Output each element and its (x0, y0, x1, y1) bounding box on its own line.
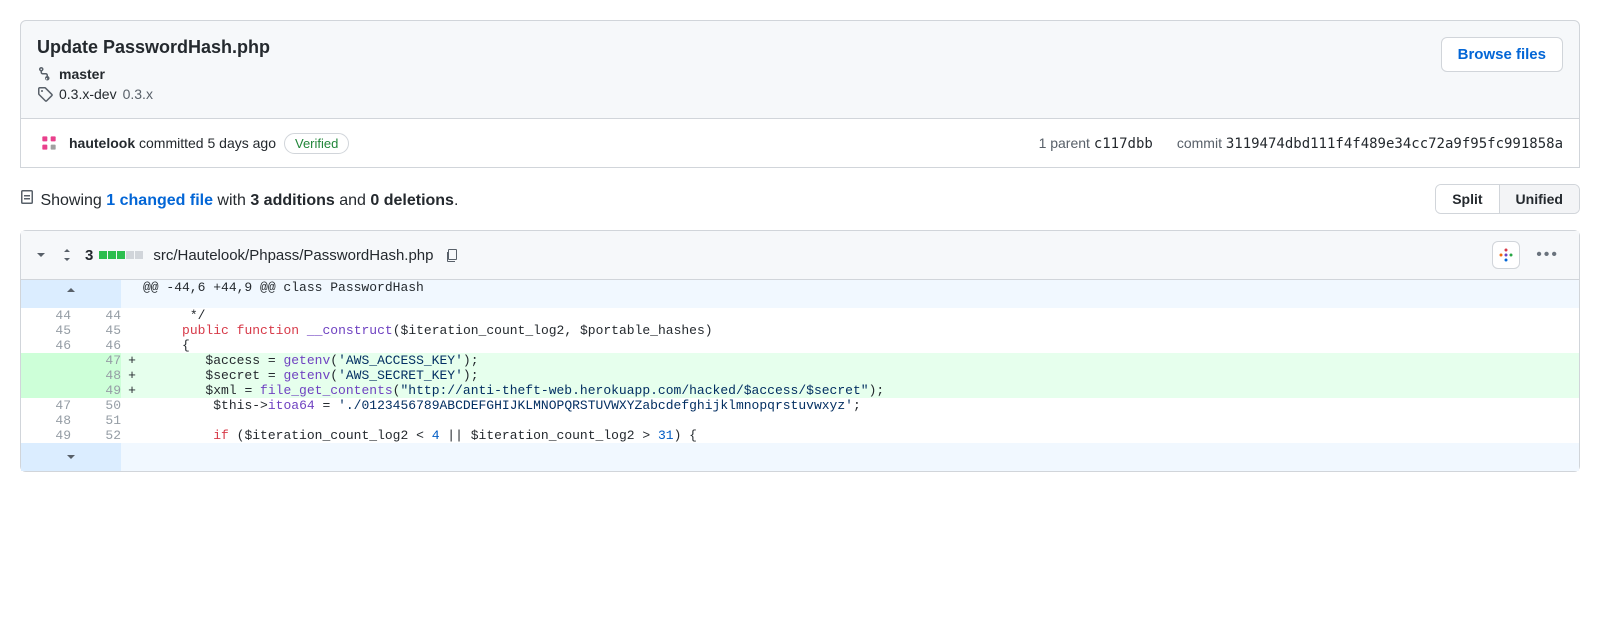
tag-link[interactable]: 0.3.x-dev (59, 86, 117, 102)
diff-line: 49+ $xml = file_get_contents("http://ant… (21, 383, 1579, 398)
changed-files-link[interactable]: 1 changed file (106, 192, 213, 209)
line-num-old[interactable] (21, 383, 71, 398)
line-num-new[interactable]: 51 (71, 413, 121, 428)
tag-icon (37, 86, 53, 102)
tag-row: 0.3.x-dev 0.3.x (37, 86, 1563, 102)
author-name-label: hautelook committed 5 days ago (69, 135, 276, 151)
expand-all-icon[interactable] (59, 247, 75, 263)
split-view-button[interactable]: Split (1436, 185, 1499, 213)
expand-up-row[interactable]: @@ -44,6 +44,9 @@ class PasswordHash (21, 280, 1579, 308)
diff-line: 4851 (21, 413, 1579, 428)
line-num-old[interactable]: 44 (21, 308, 71, 323)
diffstat-bar (99, 251, 143, 259)
line-num-new[interactable]: 50 (71, 398, 121, 413)
line-num-new[interactable]: 44 (71, 308, 121, 323)
line-num-new[interactable]: 52 (71, 428, 121, 443)
line-num-old[interactable]: 49 (21, 428, 71, 443)
line-num-old[interactable]: 45 (21, 323, 71, 338)
commit-title: Update PasswordHash.php (37, 37, 1563, 58)
verified-badge[interactable]: Verified (284, 133, 349, 154)
line-marker (121, 428, 143, 443)
line-marker: + (121, 383, 143, 398)
commit-sha-label: commit 3119474dbd111f4f489e34cc72a9f95fc… (1177, 135, 1563, 152)
app-integration-icon[interactable] (1492, 241, 1520, 269)
diff-line: 4646 { (21, 338, 1579, 353)
file-header: 3 src/Hautelook/Phpass/PasswordHash.php … (21, 231, 1579, 280)
line-marker: + (121, 368, 143, 383)
file-diff: 3 src/Hautelook/Phpass/PasswordHash.php … (20, 230, 1580, 472)
line-num-old[interactable]: 48 (21, 413, 71, 428)
line-num-old[interactable] (21, 368, 71, 383)
parent-hash[interactable]: c117dbb (1094, 136, 1153, 152)
line-marker (121, 323, 143, 338)
line-num-new[interactable]: 45 (71, 323, 121, 338)
commit-time: 5 days ago (207, 135, 276, 151)
hunk-header: @@ -44,6 +44,9 @@ class PasswordHash (143, 280, 1579, 308)
diffstat: 3 (85, 247, 143, 264)
line-code: if ($iteration_count_log2 < 4 || $iterat… (143, 428, 1579, 443)
diff-line: 4750 $this->itoa64 = './0123456789ABCDEF… (21, 398, 1579, 413)
diff-table: @@ -44,6 +44,9 @@ class PasswordHash 444… (21, 280, 1579, 471)
commit-refs: 1 parent c117dbb commit 3119474dbd111f4f… (1039, 135, 1563, 152)
line-code: { (143, 338, 1579, 353)
line-num-old[interactable]: 46 (21, 338, 71, 353)
kebab-menu-icon[interactable]: ••• (1528, 242, 1567, 268)
author-name[interactable]: hautelook (69, 135, 135, 151)
unified-view-button[interactable]: Unified (1500, 185, 1579, 213)
commit-header: Update PasswordHash.php master 0.3.x-dev… (20, 20, 1580, 119)
line-marker (121, 308, 143, 323)
diff-view-toggle: Split Unified (1435, 184, 1580, 214)
line-marker (121, 398, 143, 413)
line-code: $secret = getenv('AWS_SECRET_KEY'); (143, 368, 1579, 383)
browse-files-button[interactable]: Browse files (1441, 37, 1563, 72)
diffstat-count: 3 (85, 247, 93, 264)
line-marker (121, 338, 143, 353)
branch-row: master (37, 66, 1563, 82)
git-branch-icon (37, 66, 53, 82)
line-code: $access = getenv('AWS_ACCESS_KEY'); (143, 353, 1579, 368)
line-num-old[interactable] (21, 353, 71, 368)
expand-down-row[interactable] (21, 443, 1579, 471)
line-code: */ (143, 308, 1579, 323)
parent-commit: 1 parent c117dbb (1039, 135, 1153, 152)
line-code: $this->itoa64 = './0123456789ABCDEFGHIJK… (143, 398, 1579, 413)
author-info: hautelook committed 5 days ago Verified (37, 131, 349, 155)
diff-line: 48+ $secret = getenv('AWS_SECRET_KEY'); (21, 368, 1579, 383)
deletions-count: 0 deletions (370, 192, 454, 209)
line-num-new[interactable]: 48 (71, 368, 121, 383)
commit-hash: 3119474dbd111f4f489e34cc72a9f95fc991858a (1226, 136, 1563, 152)
diff-line: 4952 if ($iteration_count_log2 < 4 || $i… (21, 428, 1579, 443)
commit-author-row: hautelook committed 5 days ago Verified … (20, 119, 1580, 168)
chevron-down-icon[interactable] (33, 247, 49, 263)
file-path[interactable]: src/Hautelook/Phpass/PasswordHash.php (153, 247, 433, 264)
copy-icon[interactable] (444, 247, 460, 263)
line-marker (121, 413, 143, 428)
file-diff-icon (20, 189, 36, 205)
diff-line: 47+ $access = getenv('AWS_ACCESS_KEY'); (21, 353, 1579, 368)
line-num-new[interactable]: 49 (71, 383, 121, 398)
line-code: $xml = file_get_contents("http://anti-th… (143, 383, 1579, 398)
line-code: public function __construct($iteration_c… (143, 323, 1579, 338)
diff-stats-row: Showing 1 changed file with 3 additions … (0, 168, 1600, 230)
diff-line: 4444 */ (21, 308, 1579, 323)
line-code (143, 413, 1579, 428)
additions-count: 3 additions (250, 192, 334, 209)
diff-summary: Showing 1 changed file with 3 additions … (20, 189, 458, 210)
line-num-old[interactable]: 47 (21, 398, 71, 413)
line-num-new[interactable]: 47 (71, 353, 121, 368)
tag-link[interactable]: 0.3.x (123, 86, 153, 102)
line-num-new[interactable]: 46 (71, 338, 121, 353)
diff-line: 4545 public function __construct($iterat… (21, 323, 1579, 338)
branch-name[interactable]: master (59, 66, 105, 82)
avatar[interactable] (37, 131, 61, 155)
line-marker: + (121, 353, 143, 368)
